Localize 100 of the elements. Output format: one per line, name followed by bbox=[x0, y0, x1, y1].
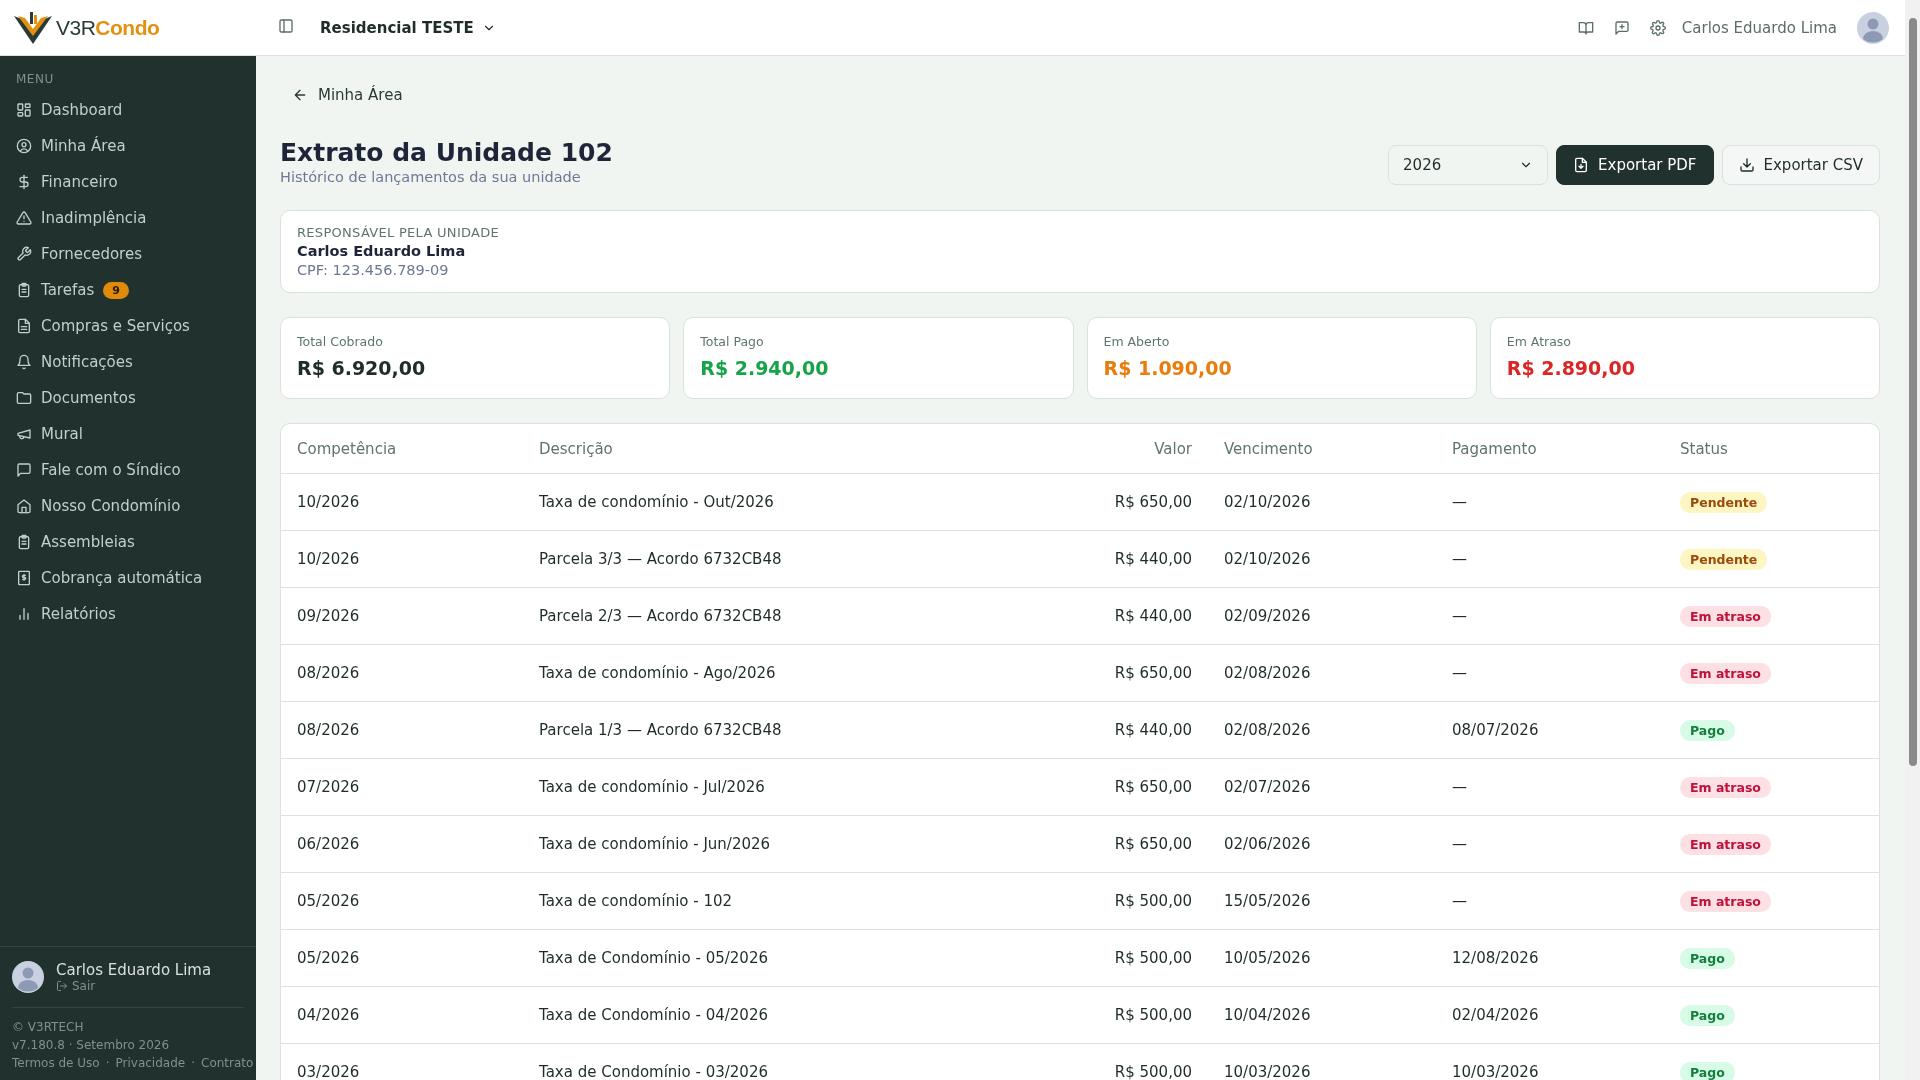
sidebar-item[interactable]: Tarefas 9 bbox=[0, 272, 256, 308]
sidebar-item[interactable]: Compras e Serviços bbox=[0, 308, 256, 344]
sidebar-item[interactable]: Financeiro bbox=[0, 164, 256, 200]
table-cell-text: — bbox=[1451, 607, 1468, 625]
status-pill: Pago bbox=[1680, 1004, 1735, 1026]
table-cell-text: 10/04/2026 bbox=[1223, 1006, 1312, 1024]
condominium-selector[interactable]: Residencial TESTE bbox=[316, 14, 500, 41]
separator-dot: · bbox=[191, 1056, 195, 1070]
table-cell-text: Taxa de condomínio - 102 bbox=[538, 892, 734, 910]
dashboard-icon bbox=[16, 102, 32, 118]
table-cell-text: R$ 650,00 bbox=[1113, 493, 1193, 511]
status-pill: Em atraso bbox=[1680, 890, 1771, 912]
table-cell-text: 05/2026 bbox=[296, 949, 361, 967]
table-cell-text: R$ 500,00 bbox=[1113, 1063, 1193, 1080]
table-cell-text: 02/10/2026 bbox=[1223, 550, 1312, 568]
table-cell-text: — bbox=[1451, 778, 1468, 796]
table-cell-text: R$ 500,00 bbox=[1113, 1006, 1193, 1024]
document-icon bbox=[16, 318, 32, 334]
sidebar-item[interactable]: Assembleias bbox=[0, 524, 256, 560]
message-plus-icon bbox=[1613, 19, 1630, 36]
stat-label: Total Pago bbox=[700, 334, 765, 349]
status-pill: Pago bbox=[1680, 947, 1735, 969]
sidebar-item[interactable]: Relatórios bbox=[0, 596, 256, 632]
sidebar-item[interactable]: Fale com o Síndico bbox=[0, 452, 256, 488]
warning-icon bbox=[16, 210, 32, 226]
stat-value: R$ 2.890,00 bbox=[1506, 357, 1636, 379]
table-cell-text: 12/08/2026 bbox=[1451, 949, 1540, 967]
logout-link[interactable]: Sair bbox=[56, 979, 212, 993]
chat-icon bbox=[16, 462, 32, 478]
version-text: v7.180.8 · Setembro 2026 bbox=[12, 1038, 171, 1052]
table-cell-text: Parcela 2/3 — Acordo 6732CB48 bbox=[538, 607, 783, 625]
sidebar-item[interactable]: Notificações bbox=[0, 344, 256, 380]
column-header: Status bbox=[1679, 439, 1729, 458]
table-cell-text: — bbox=[1451, 493, 1468, 511]
separator-dot: · bbox=[105, 1056, 110, 1070]
export-pdf-button[interactable]: Exportar PDF bbox=[1556, 145, 1714, 185]
back-link[interactable]: Minha Área bbox=[280, 86, 403, 104]
status-pill: Em atraso bbox=[1680, 776, 1771, 798]
sidebar-item[interactable]: Fornecedores bbox=[0, 236, 256, 272]
table-cell-text: 02/04/2026 bbox=[1451, 1006, 1540, 1024]
receipt-icon bbox=[16, 570, 32, 586]
sidebar-item[interactable]: Documentos bbox=[0, 380, 256, 416]
table-cell-text: 03/2026 bbox=[296, 1063, 361, 1080]
table-cell-text: R$ 440,00 bbox=[1113, 550, 1193, 568]
column-header: Pagamento bbox=[1451, 439, 1538, 458]
scrollbar[interactable] bbox=[1905, 0, 1920, 1080]
table-cell-text: R$ 650,00 bbox=[1113, 835, 1193, 853]
table-cell-text: 05/2026 bbox=[296, 892, 361, 910]
table-cell-text: 10/2026 bbox=[296, 550, 361, 568]
status-pill: Pendente bbox=[1680, 548, 1768, 570]
house-icon bbox=[16, 498, 32, 514]
table-cell-text: — bbox=[1451, 550, 1468, 568]
column-header: Descrição bbox=[538, 439, 614, 458]
table-cell-text: — bbox=[1451, 664, 1468, 682]
card-heading: RESPONSÁVEL PELA UNIDADE bbox=[297, 225, 501, 240]
sidebar-item[interactable]: Cobrança automática bbox=[0, 560, 256, 596]
footer-link[interactable]: Privacidade bbox=[115, 1056, 186, 1070]
status-pill: Pago bbox=[1680, 1061, 1735, 1080]
table-cell-text: 07/2026 bbox=[296, 778, 361, 796]
sidebar-item[interactable]: Minha Área bbox=[0, 128, 256, 164]
table-cell-text: Taxa de condomínio - Ago/2026 bbox=[538, 664, 777, 682]
column-header: Valor bbox=[1153, 439, 1193, 458]
table-cell-text: 15/05/2026 bbox=[1223, 892, 1312, 910]
status-pill: Pendente bbox=[1680, 491, 1768, 513]
stat-value: R$ 6.920,00 bbox=[297, 357, 427, 379]
sidebar-item[interactable]: Dashboard bbox=[0, 92, 256, 128]
footer-link[interactable]: Contrato bbox=[201, 1056, 254, 1070]
user-name[interactable]: Carlos Eduardo Lima bbox=[1681, 18, 1837, 37]
sidebar-item[interactable]: Nosso Condomínio bbox=[0, 488, 256, 524]
export-csv-button[interactable]: Exportar CSV bbox=[1721, 145, 1880, 185]
sidebar-item[interactable]: Inadimplência bbox=[0, 200, 256, 236]
bar-chart-icon bbox=[16, 606, 32, 622]
stat-label: Em Atraso bbox=[1506, 334, 1572, 349]
table-cell-text: Taxa de condomínio - Jun/2026 bbox=[538, 835, 772, 853]
copyright: © V3RTECH bbox=[12, 1020, 85, 1034]
table-cell-text: 08/07/2026 bbox=[1451, 721, 1540, 739]
clipboard-icon bbox=[16, 282, 32, 298]
table-cell-text: 10/03/2026 bbox=[1223, 1063, 1312, 1080]
table-cell-text: R$ 440,00 bbox=[1113, 607, 1193, 625]
table-cell-text: Taxa de Condomínio - 03/2026 bbox=[538, 1063, 769, 1080]
table-cell-text: Taxa de condomínio - Jul/2026 bbox=[538, 778, 766, 796]
settings-icon bbox=[1649, 19, 1666, 36]
folder-icon bbox=[16, 390, 32, 406]
sidebar-item[interactable]: Mural bbox=[0, 416, 256, 452]
document-number: CPF: 123.456.789-09 bbox=[297, 262, 450, 278]
table-cell-text: Taxa de condomínio - Out/2026 bbox=[538, 493, 775, 511]
footer-link[interactable]: Termos de Uso bbox=[12, 1056, 100, 1070]
year-select[interactable]: 2026 bbox=[1388, 145, 1549, 185]
table-cell-text: Parcela 1/3 — Acordo 6732CB48 bbox=[538, 721, 783, 739]
count-badge: 9 bbox=[103, 281, 129, 299]
avatar bbox=[1857, 11, 1889, 44]
wrench-icon bbox=[16, 246, 32, 262]
table-cell-text: 08/2026 bbox=[296, 664, 361, 682]
bell-icon bbox=[16, 354, 32, 370]
table-cell-text: 10/2026 bbox=[296, 493, 361, 511]
file-download-icon bbox=[1573, 157, 1590, 173]
status-pill: Pago bbox=[1680, 719, 1735, 741]
responsible-name: Carlos Eduardo Lima bbox=[297, 243, 467, 259]
table-cell-text: 04/2026 bbox=[296, 1006, 361, 1024]
avatar bbox=[12, 961, 44, 993]
